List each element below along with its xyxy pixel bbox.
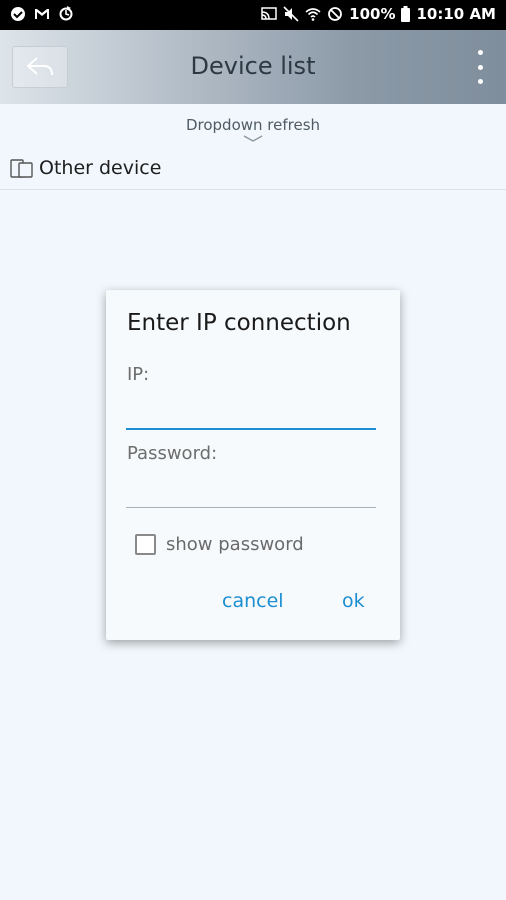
cancel-button[interactable]: cancel [222,590,284,612]
ip-connection-dialog: Enter IP connection IP: Password: show p… [106,290,400,640]
overflow-menu-dot [477,64,483,70]
ip-label: IP: [127,364,150,385]
ip-input[interactable] [126,400,376,430]
dialog-title: Enter IP connection [127,310,351,336]
device-list-item[interactable]: Other device [0,150,506,190]
show-password-label: show password [166,534,304,555]
status-left-icons [10,6,74,22]
cast-icon [261,7,277,20]
wifi-icon [305,8,321,21]
status-right: 100% 10:10 AM [261,5,496,23]
status-bar: 100% 10:10 AM [0,0,506,30]
gmail-icon [35,9,49,19]
overflow-menu-dot [477,79,483,84]
battery-percent: 100% [349,5,396,23]
ok-button[interactable]: ok [342,590,365,612]
password-label: Password: [127,443,218,464]
page-title: Device list [190,52,316,80]
mute-icon [283,6,299,22]
chevron-down-icon [243,135,263,142]
device-label: Other device [39,157,162,179]
refresh-hint: Dropdown refresh [185,116,321,134]
overflow-menu-button[interactable] [474,50,486,84]
password-input[interactable] [126,478,376,508]
status-time: 10:10 AM [416,5,496,23]
show-password-toggle[interactable]: show password [135,534,304,555]
app-header: Device list [0,30,506,104]
device-icon [10,159,33,178]
battery-icon [401,6,411,22]
block-icon [328,7,343,21]
show-password-checkbox[interactable] [135,534,156,555]
overflow-menu-icon [477,50,483,55]
sync-icon [59,6,73,21]
app-notification-icon [11,7,25,21]
